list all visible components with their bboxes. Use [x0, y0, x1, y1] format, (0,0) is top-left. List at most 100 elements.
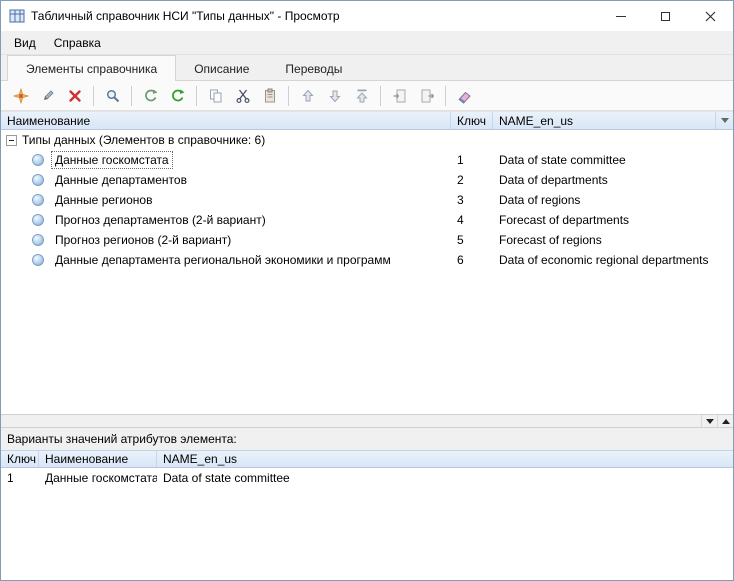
tree-item-key: 5 — [451, 233, 493, 247]
copy-icon — [208, 88, 224, 104]
attr-cell-name-en: Data of state committee — [157, 468, 733, 487]
edit-button[interactable] — [34, 84, 61, 108]
edit-icon — [40, 88, 56, 104]
cut-button[interactable] — [229, 84, 256, 108]
attributes-panel-header: Варианты значений атрибутов элемента: — [1, 428, 733, 450]
toolbar — [1, 81, 733, 111]
tree-view: Типы данных (Элементов в справочнике: 6)… — [1, 130, 733, 414]
export-icon — [419, 88, 435, 104]
tree-item-key: 3 — [451, 193, 493, 207]
collapse-icon[interactable] — [6, 135, 17, 146]
menu-item-view[interactable]: Вид — [5, 33, 45, 53]
tab-strip: Элементы справочника Описание Переводы — [1, 55, 733, 81]
move-top-button[interactable] — [348, 84, 375, 108]
triangle-up-icon — [722, 419, 730, 424]
tree-item-row[interactable]: Данные госкомстата 1 Data of state commi… — [1, 150, 733, 170]
clear-button[interactable] — [451, 84, 478, 108]
attributes-table-header: Ключ Наименование NAME_en_us — [1, 450, 733, 468]
tab-translations[interactable]: Переводы — [267, 57, 360, 81]
expand-panel-button[interactable] — [717, 415, 733, 427]
tree-item-name-en: Data of regions — [493, 193, 715, 207]
import-button[interactable] — [386, 84, 413, 108]
attributes-table-row[interactable]: 1 Данные госкомстата Data of state commi… — [1, 468, 733, 487]
tree-item-row[interactable]: Данные департамента региональной экономи… — [1, 250, 733, 270]
tree-item-name-en: Data of departments — [493, 173, 715, 187]
move-up-icon — [300, 88, 316, 104]
attr-column-header-name-en[interactable]: NAME_en_us — [157, 451, 733, 467]
copy-button[interactable] — [202, 84, 229, 108]
column-header-name[interactable]: Наименование — [1, 112, 451, 129]
menu-item-help[interactable]: Справка — [45, 33, 110, 53]
delete-icon — [67, 88, 83, 104]
refresh-button[interactable] — [164, 84, 191, 108]
tree-root-row[interactable]: Типы данных (Элементов в справочнике: 6) — [1, 130, 733, 150]
add-button[interactable] — [7, 84, 34, 108]
tree-item-label: Данные департаментов — [51, 171, 191, 189]
move-down-button[interactable] — [321, 84, 348, 108]
attributes-panel-title: Варианты значений атрибутов элемента: — [7, 432, 237, 446]
app-window: Табличный справочник НСИ "Типы данных" -… — [0, 0, 734, 581]
toolbar-separator — [93, 86, 94, 106]
import-icon — [392, 88, 408, 104]
search-icon — [105, 88, 121, 104]
export-button[interactable] — [413, 84, 440, 108]
move-down-icon — [327, 88, 343, 104]
toolbar-separator — [380, 86, 381, 106]
minimize-button[interactable] — [598, 1, 643, 31]
tree-item-row[interactable]: Данные департаментов 2 Data of departmen… — [1, 170, 733, 190]
tree-item-row[interactable]: Данные регионов 3 Data of regions — [1, 190, 733, 210]
tab-description[interactable]: Описание — [176, 57, 267, 81]
tree-item-key: 4 — [451, 213, 493, 227]
tree-item-label: Данные госкомстата — [51, 151, 173, 169]
menu-bar: Вид Справка — [1, 31, 733, 55]
tree-item-name-en: Data of state committee — [493, 153, 715, 167]
triangle-down-icon — [706, 419, 714, 424]
add-icon — [13, 88, 29, 104]
title-bar: Табличный справочник НСИ "Типы данных" -… — [1, 1, 733, 31]
element-icon — [32, 214, 44, 226]
tree-item-label: Прогноз департаментов (2-й вариант) — [51, 211, 270, 229]
cut-icon — [235, 88, 251, 104]
attributes-table-empty-area — [1, 487, 733, 580]
tree-item-label: Данные департамента региональной экономи… — [51, 251, 395, 269]
column-chooser-button[interactable] — [715, 112, 733, 129]
attr-cell-name: Данные госкомстата — [39, 468, 157, 487]
refresh-all-button[interactable] — [137, 84, 164, 108]
tree-item-key: 2 — [451, 173, 493, 187]
column-header-name-en[interactable]: NAME_en_us — [493, 112, 715, 129]
panel-splitter[interactable] — [1, 414, 733, 428]
toolbar-separator — [445, 86, 446, 106]
collapse-panel-button[interactable] — [701, 415, 717, 427]
refresh-icon — [170, 88, 186, 104]
tree-item-key: 1 — [451, 153, 493, 167]
attr-column-header-key[interactable]: Ключ — [1, 451, 39, 467]
tree-item-label: Прогноз регионов (2-й вариант) — [51, 231, 235, 249]
window-title: Табличный справочник НСИ "Типы данных" -… — [31, 9, 598, 23]
delete-button[interactable] — [61, 84, 88, 108]
list-header: Наименование Ключ NAME_en_us — [1, 111, 733, 130]
tree-item-row[interactable]: Прогноз регионов (2-й вариант) 5 Forecas… — [1, 230, 733, 250]
tab-elements[interactable]: Элементы справочника — [7, 55, 176, 81]
maximize-button[interactable] — [643, 1, 688, 31]
tree-item-row[interactable]: Прогноз департаментов (2-й вариант) 4 Fo… — [1, 210, 733, 230]
search-button[interactable] — [99, 84, 126, 108]
maximize-icon — [661, 12, 670, 21]
app-icon — [9, 8, 25, 24]
paste-icon — [262, 88, 278, 104]
element-icon — [32, 254, 44, 266]
attr-column-header-name[interactable]: Наименование — [39, 451, 157, 467]
tree-root-label: Типы данных (Элементов в справочнике: 6) — [22, 133, 265, 147]
element-icon — [32, 234, 44, 246]
element-icon — [32, 174, 44, 186]
close-button[interactable] — [688, 1, 733, 31]
tree-item-key: 6 — [451, 253, 493, 267]
paste-button[interactable] — [256, 84, 283, 108]
column-header-key[interactable]: Ключ — [451, 112, 493, 129]
toolbar-separator — [196, 86, 197, 106]
refresh-all-icon — [143, 88, 159, 104]
element-icon — [32, 194, 44, 206]
clear-icon — [457, 88, 473, 104]
tree-item-name-en: Forecast of departments — [493, 213, 715, 227]
move-up-button[interactable] — [294, 84, 321, 108]
move-top-icon — [354, 88, 370, 104]
